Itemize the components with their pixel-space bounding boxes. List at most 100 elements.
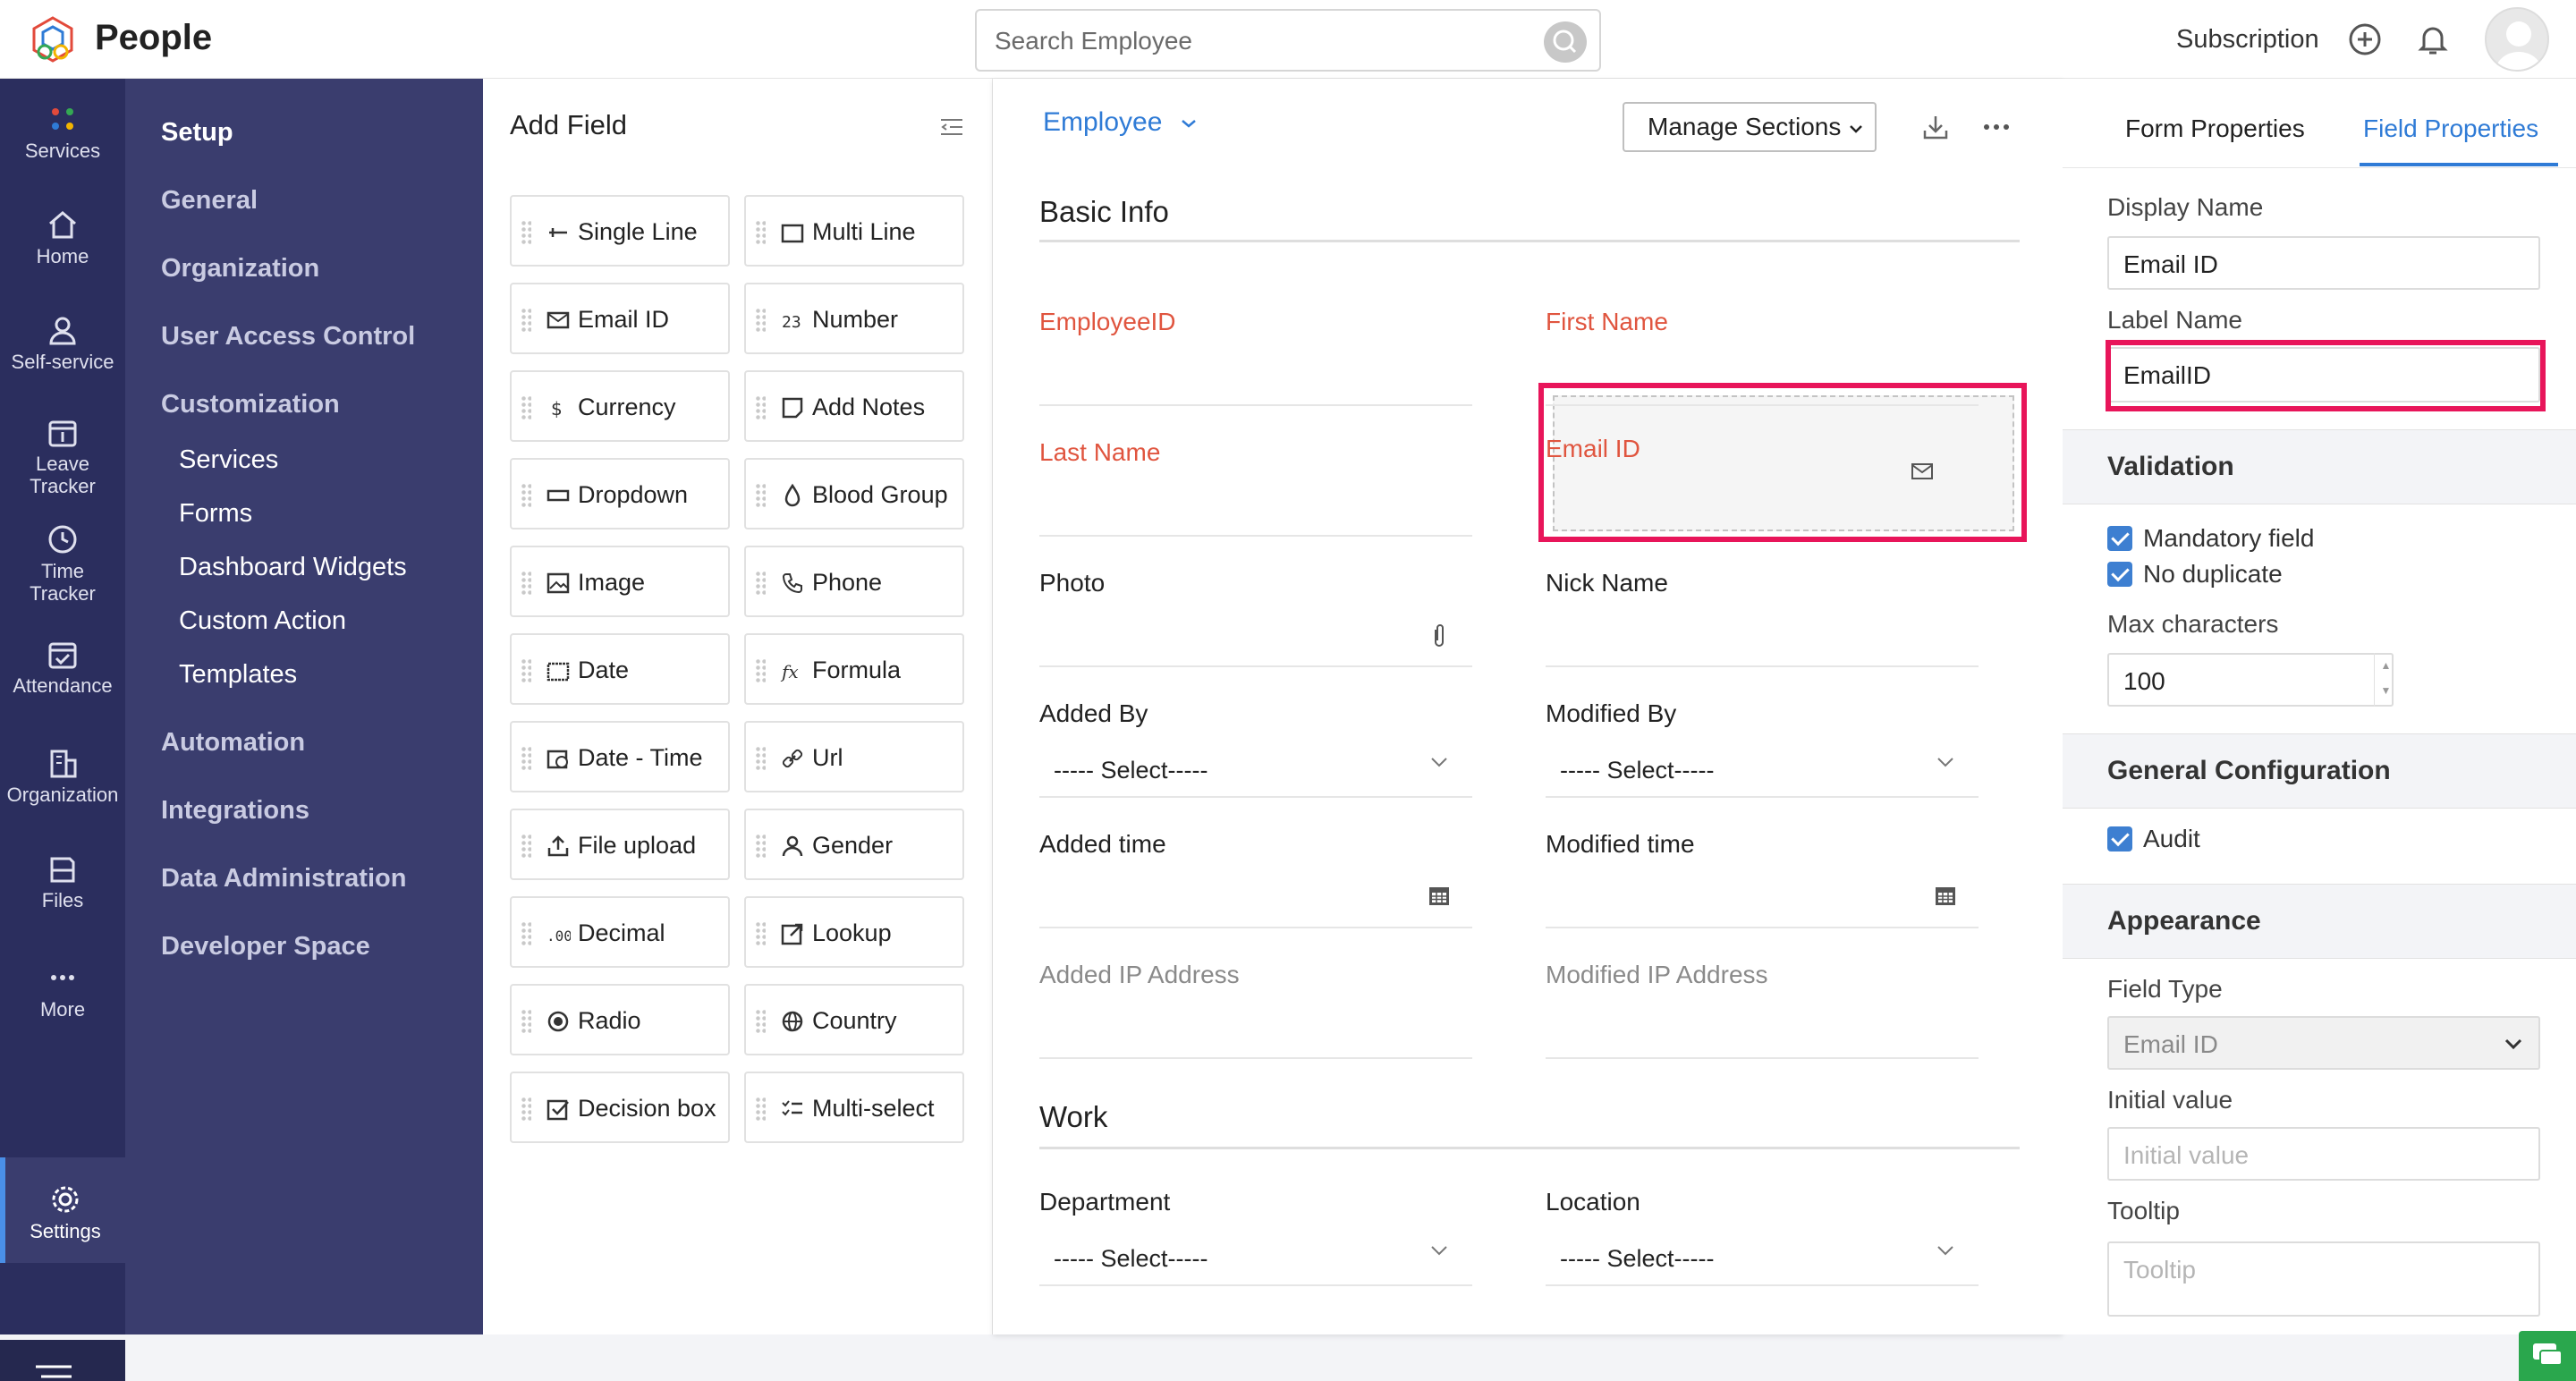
drag-handle-icon[interactable] bbox=[755, 483, 766, 508]
search-button[interactable] bbox=[1544, 21, 1587, 63]
drag-handle-icon[interactable] bbox=[755, 834, 766, 859]
menu-data-administration[interactable]: Data Administration bbox=[161, 864, 406, 894]
drag-handle-icon[interactable] bbox=[755, 1009, 766, 1034]
manage-sections-button[interactable]: Manage Sections bbox=[1623, 102, 1877, 152]
audit-checkbox[interactable] bbox=[2107, 826, 2132, 851]
field-tile-radio[interactable]: Radio bbox=[510, 984, 730, 1055]
menu-organization[interactable]: Organization bbox=[161, 254, 319, 284]
drag-handle-icon[interactable] bbox=[521, 658, 531, 683]
rail-item-attendance[interactable]: Attendance bbox=[0, 639, 125, 697]
field-tile-dropdown[interactable]: Dropdown bbox=[510, 458, 730, 530]
drag-handle-icon[interactable] bbox=[521, 921, 531, 946]
drag-handle-icon[interactable] bbox=[521, 220, 531, 245]
drag-handle-icon[interactable] bbox=[755, 1097, 766, 1122]
rail-item-organization[interactable]: Organization bbox=[0, 748, 125, 806]
field-tile-phone[interactable]: Phone bbox=[744, 546, 964, 617]
field-tile-add-notes[interactable]: Add Notes bbox=[744, 370, 964, 442]
rail-item-more[interactable]: More bbox=[0, 962, 125, 1021]
submenu-custom-action[interactable]: Custom Action bbox=[179, 606, 346, 636]
drag-handle-icon[interactable] bbox=[521, 483, 531, 508]
menu-automation[interactable]: Automation bbox=[161, 728, 305, 758]
search-input[interactable] bbox=[995, 21, 1513, 61]
download-icon[interactable] bbox=[1921, 113, 1950, 141]
submenu-templates[interactable]: Templates bbox=[179, 660, 297, 690]
search-box[interactable] bbox=[975, 9, 1601, 72]
drag-handle-icon[interactable] bbox=[521, 1097, 531, 1122]
tab-form-properties[interactable]: Form Properties bbox=[2125, 114, 2305, 143]
no-duplicate-checkbox[interactable] bbox=[2107, 562, 2132, 587]
field-tile-file-upload[interactable]: File upload bbox=[510, 809, 730, 880]
more-options-icon[interactable] bbox=[1982, 113, 2011, 141]
field-tile-email-id[interactable]: Email ID bbox=[510, 283, 730, 354]
field-tile-url[interactable]: Url bbox=[744, 721, 964, 792]
form-field-last-name[interactable]: Last Name bbox=[1018, 406, 1472, 537]
max-characters-stepper[interactable]: ▲ ▼ bbox=[2374, 653, 2397, 707]
field-tile-number[interactable]: 23 Number bbox=[744, 283, 964, 354]
drag-handle-icon[interactable] bbox=[521, 1009, 531, 1034]
field-tile-formula[interactable]: fx Formula bbox=[744, 633, 964, 705]
field-tile-gender[interactable]: Gender bbox=[744, 809, 964, 880]
subscription-link[interactable]: Subscription bbox=[2176, 25, 2319, 55]
field-tile-multi-line[interactable]: Multi Line bbox=[744, 195, 964, 267]
validation-section[interactable]: Validation bbox=[2063, 429, 2576, 504]
display-name-field[interactable]: Email ID bbox=[2107, 236, 2540, 290]
appearance-section[interactable]: Appearance bbox=[2063, 884, 2576, 959]
bell-icon[interactable] bbox=[2415, 21, 2451, 57]
field-tile-lookup[interactable]: Lookup bbox=[744, 896, 964, 968]
submenu-services[interactable]: Services bbox=[179, 445, 278, 475]
form-field-department[interactable]: Department ----- Select----- bbox=[1018, 1156, 1472, 1286]
rail-item-services[interactable]: Services bbox=[0, 104, 125, 162]
form-field-employeeid[interactable]: EmployeeID bbox=[1018, 275, 1472, 406]
field-tile-blood-group[interactable]: Blood Group bbox=[744, 458, 964, 530]
form-field-added-time[interactable]: Added time bbox=[1018, 798, 1472, 928]
field-tile-multi-select[interactable]: Multi-select bbox=[744, 1072, 964, 1143]
field-tile-currency[interactable]: $ Currency bbox=[510, 370, 730, 442]
max-characters-input[interactable]: 100 bbox=[2107, 653, 2394, 707]
drag-handle-icon[interactable] bbox=[755, 308, 766, 333]
drag-handle-icon[interactable] bbox=[755, 921, 766, 946]
rail-item-time-tracker[interactable]: Time Tracker bbox=[0, 524, 125, 605]
drag-handle-icon[interactable] bbox=[521, 834, 531, 859]
drag-handle-icon[interactable] bbox=[521, 308, 531, 333]
people-logo-icon[interactable] bbox=[27, 14, 79, 66]
menu-developer-space[interactable]: Developer Space bbox=[161, 932, 370, 962]
drag-handle-icon[interactable] bbox=[521, 395, 531, 420]
rail-item-files[interactable]: Files bbox=[0, 853, 125, 911]
rail-item-self-service[interactable]: Self-service bbox=[0, 315, 125, 373]
menu-general[interactable]: General bbox=[161, 186, 258, 216]
drag-handle-icon[interactable] bbox=[755, 220, 766, 245]
general-configuration-section[interactable]: General Configuration bbox=[2063, 733, 2576, 809]
form-field-added-ip-address[interactable]: Added IP Address bbox=[1018, 928, 1472, 1059]
mandatory-checkbox[interactable] bbox=[2107, 526, 2132, 551]
menu-integrations[interactable]: Integrations bbox=[161, 796, 309, 826]
form-field-first-name[interactable]: First Name bbox=[1524, 275, 1979, 406]
field-tile-date-time[interactable]: Date - Time bbox=[510, 721, 730, 792]
drag-handle-icon[interactable] bbox=[755, 658, 766, 683]
initial-value-input[interactable]: Initial value bbox=[2107, 1127, 2540, 1181]
menu-user-access-control[interactable]: User Access Control bbox=[161, 322, 415, 352]
menu-customization[interactable]: Customization bbox=[161, 390, 340, 419]
tooltip-input[interactable]: Tooltip bbox=[2107, 1241, 2540, 1317]
field-type-select[interactable]: Email ID bbox=[2107, 1016, 2540, 1070]
field-tile-decimal[interactable]: .00 Decimal bbox=[510, 896, 730, 968]
form-selector[interactable]: Employee bbox=[1043, 107, 1199, 138]
menu-setup[interactable]: Setup bbox=[161, 118, 233, 148]
form-field-added-by[interactable]: Added By ----- Select----- bbox=[1018, 667, 1472, 798]
rail-item-home[interactable]: Home bbox=[0, 209, 125, 267]
drag-handle-icon[interactable] bbox=[755, 395, 766, 420]
field-tile-single-line[interactable]: Single Line bbox=[510, 195, 730, 267]
submenu-dashboard-widgets[interactable]: Dashboard Widgets bbox=[179, 553, 407, 582]
collapse-panel-icon[interactable] bbox=[939, 116, 964, 138]
form-field-nick-name[interactable]: Nick Name bbox=[1524, 537, 1979, 667]
form-field-location[interactable]: Location ----- Select----- bbox=[1524, 1156, 1979, 1286]
submenu-forms[interactable]: Forms bbox=[179, 499, 252, 529]
form-field-modified-by[interactable]: Modified By ----- Select----- bbox=[1524, 667, 1979, 798]
rail-item-settings[interactable]: Settings bbox=[0, 1157, 125, 1263]
form-field-modified-time[interactable]: Modified time bbox=[1524, 798, 1979, 928]
chat-button[interactable] bbox=[2519, 1331, 2576, 1381]
field-tile-decision-box[interactable]: Decision box bbox=[510, 1072, 730, 1143]
drag-handle-icon[interactable] bbox=[755, 571, 766, 596]
drag-handle-icon[interactable] bbox=[521, 571, 531, 596]
form-field-email-id[interactable]: Email ID bbox=[1524, 402, 1957, 533]
tab-field-properties[interactable]: Field Properties bbox=[2363, 114, 2538, 143]
